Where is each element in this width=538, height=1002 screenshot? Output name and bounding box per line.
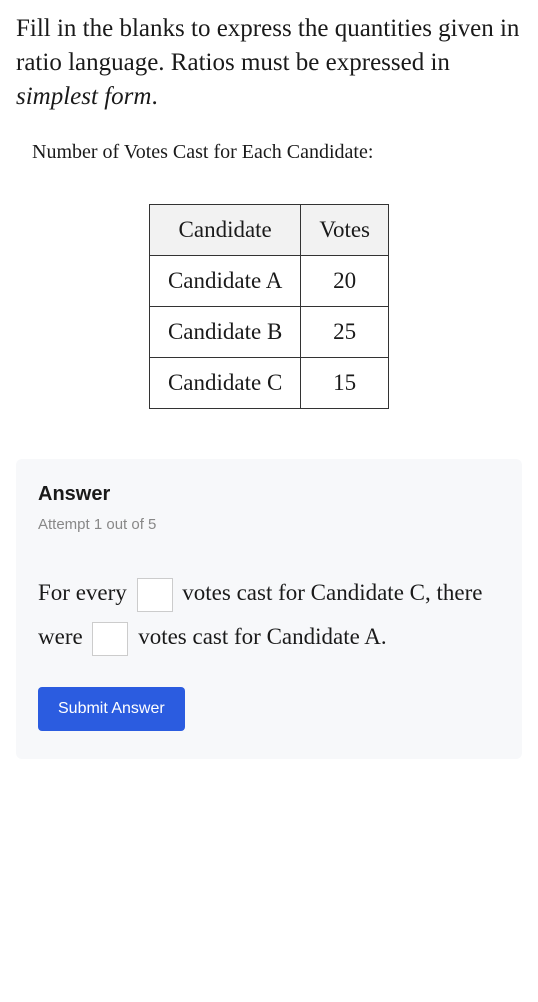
blank-input-2[interactable] [92,622,128,656]
cell-votes: 25 [301,307,389,358]
instructions-emphasis: simplest form [16,83,151,110]
table-header-row: Candidate Votes [149,205,388,256]
sentence-part1: For every [38,580,133,605]
cell-votes: 15 [301,358,389,409]
attempt-counter: Attempt 1 out of 5 [38,516,500,533]
cell-candidate: Candidate B [149,307,300,358]
answer-heading: Answer [38,483,500,506]
submit-answer-button[interactable]: Submit Answer [38,687,185,731]
cell-candidate: Candidate A [149,256,300,307]
problem-container: Fill in the blanks to express the quanti… [0,0,538,779]
cell-votes: 20 [301,256,389,307]
sentence-part3: votes cast for Candidate A. [132,624,386,649]
instructions-prefix: Fill in the blanks to express the quanti… [16,15,519,76]
instructions-text: Fill in the blanks to express the quanti… [16,12,522,113]
header-votes: Votes [301,205,389,256]
votes-table: Candidate Votes Candidate A 20 Candidate… [149,204,389,409]
fill-blank-sentence: For every votes cast for Candidate C, th… [38,571,500,658]
instructions-suffix: . [151,83,157,110]
table-row: Candidate C 15 [149,358,388,409]
cell-candidate: Candidate C [149,358,300,409]
table-title: Number of Votes Cast for Each Candidate: [32,141,522,164]
table-row: Candidate A 20 [149,256,388,307]
blank-input-1[interactable] [137,578,173,612]
answer-section: Answer Attempt 1 out of 5 For every vote… [16,459,522,758]
table-row: Candidate B 25 [149,307,388,358]
header-candidate: Candidate [149,205,300,256]
